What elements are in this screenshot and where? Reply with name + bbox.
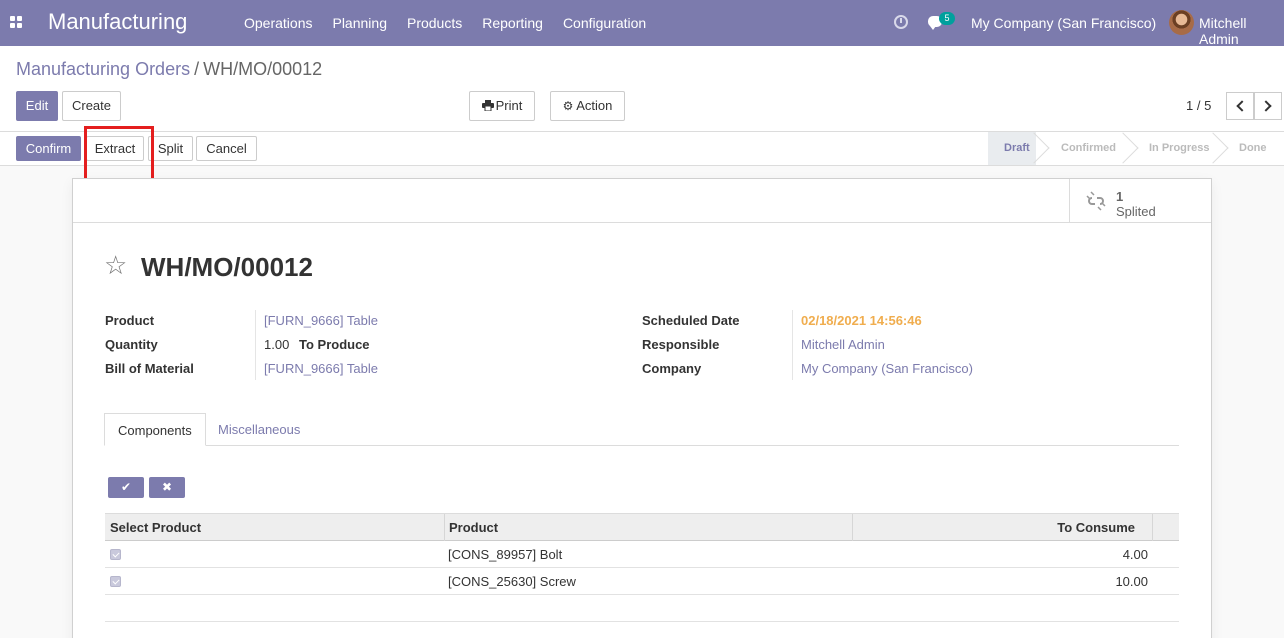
header-to-consume[interactable]: To Consume: [1057, 520, 1135, 535]
messages-badge: 5: [939, 12, 955, 25]
control-panel: Manufacturing Orders / WH/MO/00012 Edit Cr…: [0, 46, 1284, 132]
column-divider: [444, 514, 445, 541]
print-label: Print: [495, 98, 523, 113]
record-title: WH/MO/00012: [141, 252, 313, 282]
splited-label: Splited: [1116, 204, 1156, 219]
split-button[interactable]: Split: [148, 136, 193, 161]
bom-value[interactable]: [FURN_9666] Table: [264, 361, 378, 376]
checkmark-icon: ✔: [120, 480, 132, 494]
confirm-button[interactable]: Confirm: [16, 136, 81, 161]
to-produce-label: To Produce: [299, 337, 370, 352]
cancel-button[interactable]: Cancel: [196, 136, 257, 161]
empty-table-row: [105, 595, 1179, 622]
field-divider: [792, 310, 793, 380]
app-name[interactable]: Manufacturing: [48, 9, 187, 35]
product-value[interactable]: [FURN_9666] Table: [264, 313, 378, 328]
splited-count: 1: [1116, 189, 1124, 204]
company-value[interactable]: My Company (San Francisco): [801, 361, 973, 376]
row-to-consume: 10.00: [1115, 574, 1148, 589]
components-table-header: Select Product Product To Consume: [105, 513, 1179, 541]
print-button[interactable]: Print: [469, 91, 535, 121]
menu-operations[interactable]: Operations: [234, 15, 322, 31]
button-box: 1 Splited: [73, 179, 1211, 223]
pager-value[interactable]: 1 / 5: [1186, 98, 1211, 113]
printer-icon: [481, 100, 494, 112]
create-button[interactable]: Create: [62, 91, 121, 121]
apps-grid-icon[interactable]: [10, 16, 22, 28]
table-row[interactable]: [CONS_25630] Screw 10.00: [105, 568, 1179, 595]
tab-components[interactable]: Components: [104, 413, 206, 446]
row-checkbox[interactable]: [110, 576, 121, 587]
chevron-right-icon: [1260, 100, 1272, 112]
bom-label: Bill of Material: [105, 361, 194, 376]
column-divider: [852, 514, 853, 541]
field-divider: [255, 310, 256, 380]
chevron-left-icon: [1236, 100, 1248, 112]
stage-separator: [1018, 132, 1050, 165]
highlight-annotation: [84, 126, 154, 184]
user-avatar[interactable]: [1169, 10, 1194, 35]
unlink-icon: [1086, 191, 1106, 211]
header-select-product[interactable]: Select Product: [110, 520, 201, 535]
gear-icon: ⚙: [562, 99, 574, 113]
row-to-consume: 4.00: [1122, 547, 1148, 562]
tab-miscellaneous[interactable]: Miscellaneous: [205, 413, 313, 446]
breadcrumb-separator: /: [194, 59, 200, 79]
product-label: Product: [105, 313, 155, 328]
breadcrumb-parent[interactable]: Manufacturing Orders: [16, 59, 190, 79]
menu-planning[interactable]: Planning: [322, 15, 397, 31]
row-checkbox[interactable]: [110, 549, 121, 560]
main-menu: Operations Planning Products Reporting C…: [234, 15, 656, 31]
breadcrumb-current: WH/MO/00012: [203, 59, 323, 79]
company-label: Company: [642, 361, 702, 376]
scheduled-date-value: 02/18/2021 14:56:46: [801, 313, 922, 328]
stage-separator: [1197, 132, 1229, 165]
deselect-all-button[interactable]: ✖: [149, 477, 185, 498]
menu-products[interactable]: Products: [397, 15, 472, 31]
column-divider: [1152, 514, 1153, 541]
responsible-value[interactable]: Mitchell Admin: [801, 337, 885, 352]
row-product: [CONS_89957] Bolt: [448, 547, 563, 562]
header-product[interactable]: Product: [449, 520, 498, 535]
activity-clock-icon[interactable]: [894, 15, 908, 29]
close-icon: ✖: [161, 480, 173, 494]
favorite-star-icon[interactable]: ☆: [104, 252, 127, 278]
pager-previous-button[interactable]: [1226, 92, 1254, 120]
action-label: Action: [576, 98, 613, 113]
scheduled-date-label: Scheduled Date: [642, 313, 740, 328]
edit-button[interactable]: Edit: [16, 91, 58, 121]
breadcrumb: Manufacturing Orders / WH/MO/00012: [16, 59, 322, 80]
select-all-button[interactable]: ✔: [108, 477, 144, 498]
top-navbar: Manufacturing Operations Planning Produc…: [0, 0, 1284, 47]
menu-configuration[interactable]: Configuration: [553, 15, 656, 31]
action-button[interactable]: ⚙ Action: [550, 91, 625, 121]
quantity-value: 1.00: [264, 337, 290, 352]
splited-smart-button[interactable]: 1 Splited: [1069, 179, 1211, 223]
responsible-label: Responsible: [642, 337, 720, 352]
table-row[interactable]: [CONS_89957] Bolt 4.00: [105, 541, 1179, 568]
stage-separator: [1107, 132, 1139, 165]
menu-reporting[interactable]: Reporting: [472, 15, 553, 31]
row-product: [CONS_25630] Screw: [448, 574, 576, 589]
pager-next-button[interactable]: [1254, 92, 1282, 120]
quantity-label: Quantity: [105, 337, 158, 352]
